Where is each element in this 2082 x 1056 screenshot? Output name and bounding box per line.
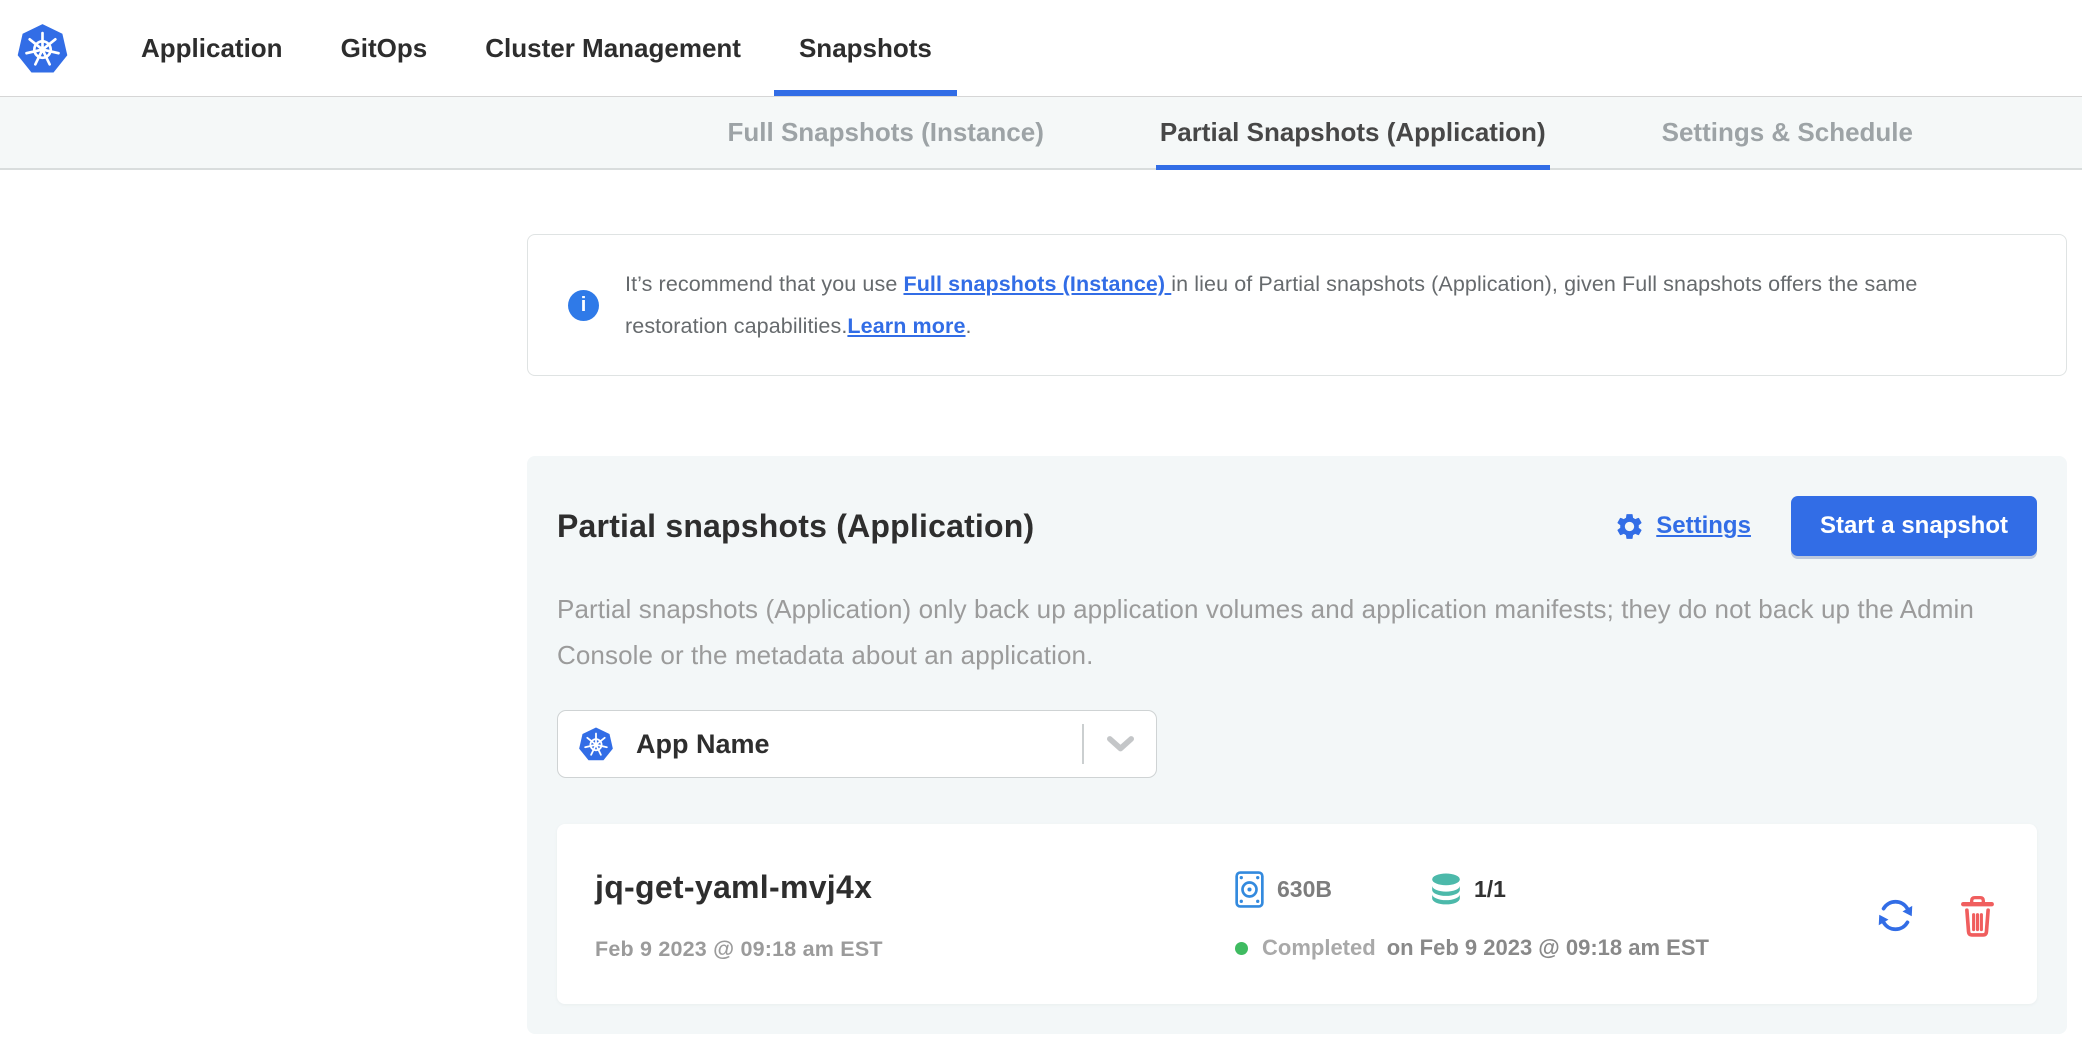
tab-partial-snapshots-application[interactable]: Partial Snapshots (Application): [1156, 97, 1550, 168]
tab-label: Full Snapshots (Instance): [728, 117, 1044, 148]
learn-more-link[interactable]: Learn more: [847, 314, 965, 338]
banner-text-part: It’s recommend that you use: [625, 272, 903, 296]
app-name-selector[interactable]: App Name: [557, 710, 1157, 778]
nav-item-application[interactable]: Application: [116, 0, 308, 96]
snapshot-main-info: jq-get-yaml-mvj4x Feb 9 2023 @ 09:18 am …: [595, 869, 1235, 962]
snapshot-meta: 630B 1/1: [1235, 871, 1873, 961]
database-volumes-icon: [1431, 873, 1461, 906]
snapshot-status-detail: on Feb 9 2023 @ 09:18 am EST: [1387, 935, 1709, 961]
chevron-down-icon: [1084, 736, 1156, 752]
snapshots-subnav: Full Snapshots (Instance) Partial Snapsh…: [0, 97, 2082, 170]
info-icon: i: [568, 290, 599, 321]
info-banner: i It’s recommend that you use Full snaps…: [527, 234, 2067, 376]
nav-item-snapshots[interactable]: Snapshots: [774, 0, 957, 96]
nav-item-label: GitOps: [341, 33, 428, 64]
status-dot-icon: [1235, 942, 1248, 955]
restore-sync-icon: [1873, 893, 1918, 938]
nav-item-label: Application: [141, 33, 283, 64]
snapshot-status: Completed: [1262, 935, 1376, 961]
panel-title: Partial snapshots (Application): [557, 508, 1034, 545]
snapshot-size: 630B: [1277, 876, 1332, 903]
start-snapshot-button[interactable]: Start a snapshot: [1791, 496, 2037, 556]
full-snapshots-instance-link[interactable]: Full snapshots (Instance): [903, 272, 1171, 296]
snapshot-volumes: 1/1: [1474, 876, 1506, 903]
tab-label: Settings & Schedule: [1662, 117, 1913, 148]
tab-label: Partial Snapshots (Application): [1160, 117, 1546, 148]
disk-size-icon: [1235, 871, 1264, 908]
settings-link-label: Settings: [1656, 512, 1751, 540]
panel-actions: Settings Start a snapshot: [1614, 496, 2037, 556]
nav-item-cluster-management[interactable]: Cluster Management: [460, 0, 766, 96]
snapshot-actions: [1873, 893, 1999, 938]
delete-snapshot-button[interactable]: [1958, 894, 1997, 938]
app-kubernetes-icon: [578, 726, 614, 762]
kubernetes-logo-icon: [16, 22, 69, 75]
nav-item-label: Cluster Management: [485, 33, 741, 64]
snapshot-date: Feb 9 2023 @ 09:18 am EST: [595, 937, 1235, 962]
trash-icon: [1958, 894, 1997, 938]
banner-text-part: .: [966, 314, 972, 338]
snapshot-size-group: 630B: [1235, 871, 1431, 908]
snapshot-row: jq-get-yaml-mvj4x Feb 9 2023 @ 09:18 am …: [557, 824, 2037, 1004]
banner-text: It’s recommend that you use Full snapsho…: [625, 263, 2025, 347]
partial-snapshots-panel: Partial snapshots (Application) Settings…: [527, 456, 2067, 1034]
app-selector-value: App Name: [636, 729, 770, 760]
main-content: i It’s recommend that you use Full snaps…: [527, 234, 2067, 1034]
tab-full-snapshots-instance[interactable]: Full Snapshots (Instance): [724, 97, 1048, 168]
top-navigation: Application GitOps Cluster Management Sn…: [0, 0, 2082, 97]
gear-icon: [1614, 511, 1645, 542]
nav-item-label: Snapshots: [799, 33, 932, 64]
primary-nav: Application GitOps Cluster Management Sn…: [116, 0, 965, 96]
nav-item-gitops[interactable]: GitOps: [316, 0, 453, 96]
restore-snapshot-button[interactable]: [1873, 893, 1918, 938]
snapshot-volumes-group: 1/1: [1431, 873, 1506, 906]
panel-header: Partial snapshots (Application) Settings…: [557, 496, 2037, 556]
snapshot-name: jq-get-yaml-mvj4x: [595, 869, 1235, 906]
panel-description: Partial snapshots (Application) only bac…: [557, 586, 2037, 678]
snapshot-status-row: Completed on Feb 9 2023 @ 09:18 am EST: [1235, 935, 1873, 961]
tab-settings-schedule[interactable]: Settings & Schedule: [1658, 97, 1917, 168]
settings-link[interactable]: Settings: [1614, 511, 1751, 542]
